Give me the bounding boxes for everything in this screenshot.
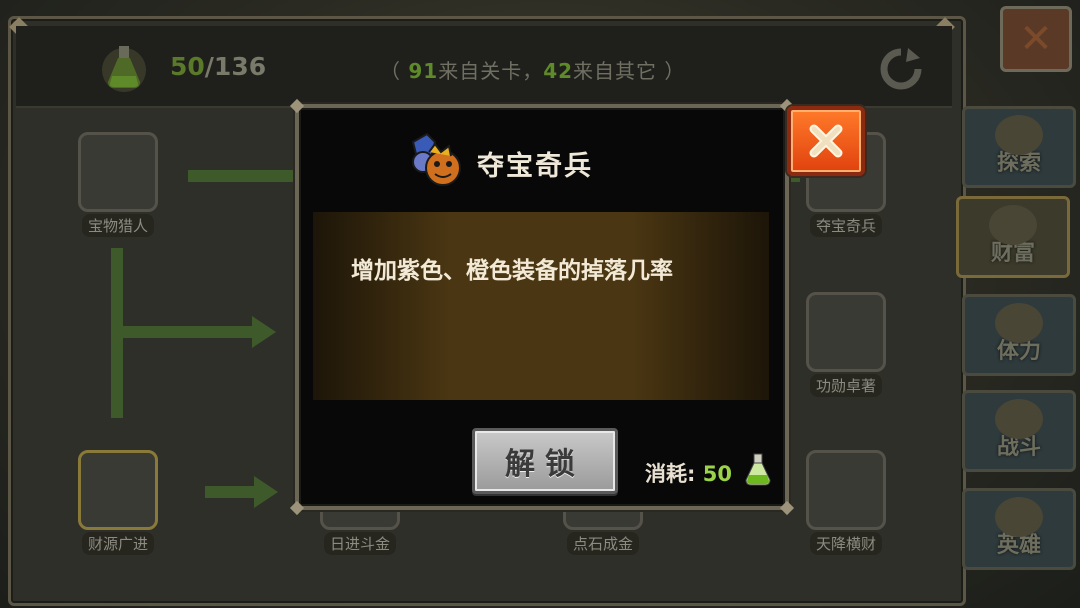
description-band (313, 212, 769, 400)
merit-icon (806, 292, 886, 372)
tree-node[interactable]: 功勋卓著 (806, 292, 886, 397)
tree-arrow (254, 476, 278, 508)
wealth-icon (989, 205, 1037, 245)
resource-sources: （ 91来自关卡，42来自其它 ） (380, 55, 685, 84)
paren-close: ） (664, 59, 686, 83)
treasure-hunter-icon (78, 132, 158, 212)
tree-node-label: 点石成金 (566, 532, 639, 555)
battle-icon (995, 399, 1043, 439)
tree-node[interactable]: 财源广进 (78, 450, 158, 555)
paren-open: （ (380, 59, 401, 83)
treasure-soldier-icon (411, 132, 461, 186)
tree-node-label: 日进斗金 (323, 532, 396, 555)
tab-battle[interactable]: 战斗 (962, 390, 1076, 472)
cost-value: 50 (702, 462, 732, 486)
hero-icon (995, 497, 1043, 537)
background-close-button[interactable]: ✕ (1000, 6, 1072, 72)
explore-icon (995, 115, 1043, 155)
stamina-icon (995, 303, 1043, 343)
tree-node-label: 宝物猎人 (81, 214, 154, 237)
tree-node[interactable]: 天降横财 (806, 450, 886, 555)
dialog-close-button[interactable] (787, 106, 865, 176)
cost-label: 消耗: (645, 462, 696, 486)
tree-node-label: 功勋卓著 (809, 374, 882, 397)
from-other-label: 来自其它 (573, 59, 658, 83)
close-icon (809, 124, 843, 158)
tree-node-label: 夺宝奇兵 (809, 214, 882, 237)
tab-hero[interactable]: 英雄 (962, 488, 1076, 570)
potion-icon (102, 46, 146, 92)
resource-counter: 50/136 (170, 52, 266, 81)
resource-current: 50 (170, 52, 205, 81)
resource-total: /136 (204, 52, 267, 81)
tree-node[interactable]: 宝物猎人 (78, 132, 158, 237)
talent-detail-dialog: 夺宝奇兵 增加紫色、橙色装备的掉落几率 解锁 消耗: 50 (289, 98, 795, 516)
cost-readout: 消耗: 50 (645, 458, 732, 488)
tab-explore[interactable]: 探索 (962, 106, 1076, 188)
tab-wealth[interactable]: 财富 (956, 196, 1070, 278)
from-stages-count: 91 (408, 59, 439, 83)
coins-icon (78, 450, 158, 530)
unlock-button[interactable]: 解锁 (472, 428, 618, 494)
refresh-icon[interactable] (878, 46, 924, 92)
talent-description: 增加紫色、橙色装备的掉落几率 (351, 258, 673, 284)
dialog-title: 夺宝奇兵 (477, 151, 593, 182)
tree-node-label: 财源广进 (81, 532, 154, 555)
tree-connector (205, 486, 255, 498)
tree-connector (111, 326, 253, 338)
tab-stamina[interactable]: 体力 (962, 294, 1076, 376)
from-stages-label: 来自关卡， (438, 59, 544, 83)
potion-cost-icon (745, 453, 771, 486)
from-other-count: 42 (543, 59, 574, 83)
windfall-icon (806, 450, 886, 530)
tree-connector (188, 170, 308, 182)
tree-arrow (252, 316, 276, 348)
tree-node-label: 天降横财 (809, 532, 882, 555)
